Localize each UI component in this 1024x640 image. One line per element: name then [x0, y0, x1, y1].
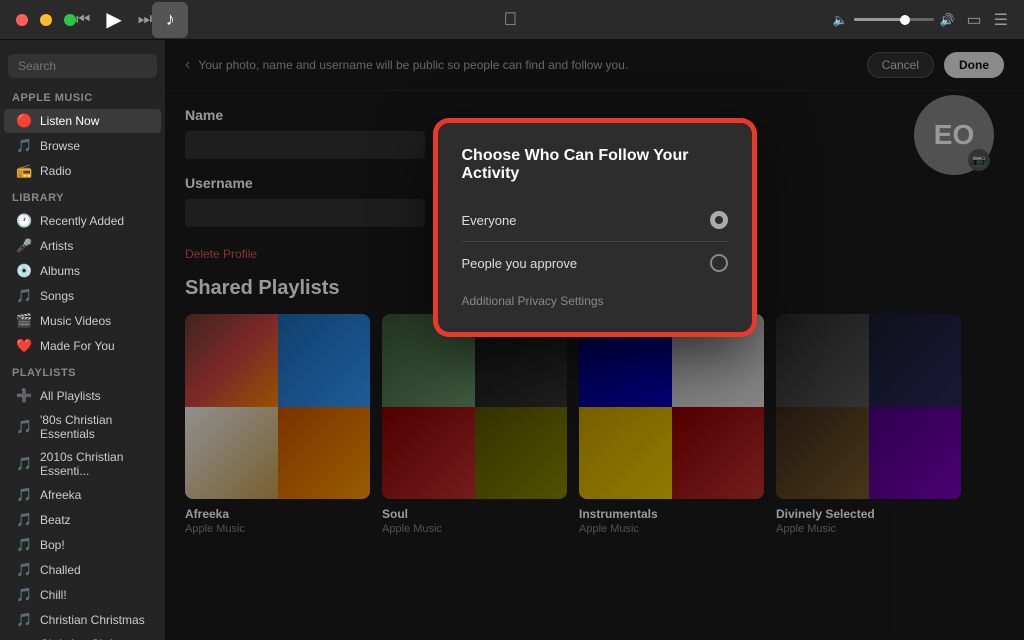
sidebar-item-browse[interactable]: 🎵 Browse [4, 134, 161, 158]
recently-added-label: Recently Added [40, 214, 124, 228]
transport-controls: ⏮ ▶ ⏭ [76, 7, 152, 32]
radio-approve[interactable] [710, 254, 728, 272]
volume-fill [854, 18, 902, 21]
playlist-label-3: Afreeka [40, 488, 81, 502]
playlist-icon-2: 🎵 [16, 456, 32, 472]
sidebar-item-christian-christmas[interactable]: 🎵 Christian Christmas [4, 608, 161, 632]
playlist-icon-7: 🎵 [16, 587, 32, 603]
playlist-label-5: Bop! [40, 538, 65, 552]
forward-icon[interactable]: ⏭ [138, 11, 152, 29]
albums-icon: 💿 [16, 263, 32, 279]
option-everyone-label: Everyone [462, 213, 517, 228]
sidebar-item-beatz[interactable]: 🎵 Beatz [4, 508, 161, 532]
modal-option-approve[interactable]: People you approve [462, 246, 728, 280]
playlist-label-8: Christian Christmas [40, 613, 145, 627]
search-input[interactable] [8, 54, 157, 78]
playlist-icon-8: 🎵 [16, 612, 32, 628]
listen-now-icon: 🔴 [16, 113, 32, 129]
playlist-label-4: Beatz [40, 513, 71, 527]
library-label: Library [0, 184, 165, 208]
sidebar-item-songs[interactable]: 🎵 Songs [4, 284, 161, 308]
volume-high-icon: 🔊 [940, 13, 955, 27]
listen-now-label: Listen Now [40, 114, 99, 128]
volume-control[interactable]: 🔈 🔊 [833, 13, 955, 27]
sidebar-item-all-playlists[interactable]: ➕ All Playlists [4, 384, 161, 408]
radio-icon: 📻 [16, 163, 32, 179]
sidebar-item-recently-added[interactable]: 🕐 Recently Added [4, 209, 161, 233]
maximize-button[interactable] [64, 14, 76, 26]
volume-slider[interactable] [854, 18, 934, 21]
main-content: ‹ Your photo, name and username will be … [165, 40, 1024, 640]
music-videos-icon: 🎬 [16, 313, 32, 329]
sidebar-item-bop[interactable]: 🎵 Bop! [4, 533, 161, 557]
sidebar-item-80s[interactable]: 🎵 '80s Christian Essentials [4, 409, 161, 445]
all-playlists-icon: ➕ [16, 388, 32, 404]
songs-label: Songs [40, 289, 74, 303]
window-controls [16, 14, 76, 26]
music-note-icon: ♪ [152, 2, 188, 38]
option-approve-label: People you approve [462, 256, 578, 271]
playlist-label-2: 2010s Christian Essenti... [40, 450, 149, 478]
sidebar-item-challed[interactable]: 🎵 Challed [4, 558, 161, 582]
sidebar-item-christian-christmas-cla[interactable]: 🎵 Christian Christmas Cla... [4, 633, 161, 640]
sidebar: Apple Music 🔴 Listen Now 🎵 Browse 📻 Radi… [0, 40, 165, 640]
apple-logo-area:  [188, 9, 832, 30]
all-playlists-label: All Playlists [40, 389, 101, 403]
songs-icon: 🎵 [16, 288, 32, 304]
modal-option-everyone[interactable]: Everyone [462, 203, 728, 237]
display-icon[interactable]: ▭ [967, 10, 982, 30]
sidebar-item-radio[interactable]: 📻 Radio [4, 159, 161, 183]
radio-everyone[interactable] [710, 211, 728, 229]
made-for-you-icon: ❤️ [16, 338, 32, 354]
apple-music-label: Apple Music [0, 84, 165, 108]
radio-label: Radio [40, 164, 71, 178]
titlebar-right: 🔈 🔊 ▭ ☰ [833, 10, 1008, 30]
modal-overlay: Choose Who Can Follow Your Activity Ever… [165, 40, 1024, 640]
titlebar: ⏮ ▶ ⏭ ♪  🔈 🔊 ▭ ☰ [0, 0, 1024, 40]
music-videos-label: Music Videos [40, 314, 111, 328]
sidebar-item-listen-now[interactable]: 🔴 Listen Now [4, 109, 161, 133]
modal-title: Choose Who Can Follow Your Activity [462, 147, 728, 183]
app-body: Apple Music 🔴 Listen Now 🎵 Browse 📻 Radi… [0, 40, 1024, 640]
sidebar-item-made-for-you[interactable]: ❤️ Made For You [4, 334, 161, 358]
sidebar-item-2010s[interactable]: 🎵 2010s Christian Essenti... [4, 446, 161, 482]
playlist-icon-1: 🎵 [16, 419, 32, 435]
browse-label: Browse [40, 139, 80, 153]
modal-divider [462, 241, 728, 242]
playlist-icon-5: 🎵 [16, 537, 32, 553]
sidebar-item-afreeka[interactable]: 🎵 Afreeka [4, 483, 161, 507]
playlist-icon-3: 🎵 [16, 487, 32, 503]
playlist-label-7: Chill! [40, 588, 67, 602]
apple-logo-icon:  [504, 9, 518, 30]
playlists-label: Playlists [0, 359, 165, 383]
modal-box: Choose Who Can Follow Your Activity Ever… [435, 120, 755, 335]
minimize-button[interactable] [40, 14, 52, 26]
volume-low-icon: 🔈 [833, 13, 848, 27]
rewind-icon[interactable]: ⏮ [76, 11, 90, 29]
playlist-icon-4: 🎵 [16, 512, 32, 528]
sidebar-item-artists[interactable]: 🎤 Artists [4, 234, 161, 258]
play-icon[interactable]: ▶ [106, 7, 121, 32]
sidebar-item-music-videos[interactable]: 🎬 Music Videos [4, 309, 161, 333]
sidebar-item-albums[interactable]: 💿 Albums [4, 259, 161, 283]
playlist-label-1: '80s Christian Essentials [40, 413, 149, 441]
sidebar-item-chill[interactable]: 🎵 Chill! [4, 583, 161, 607]
albums-label: Albums [40, 264, 80, 278]
browse-icon: 🎵 [16, 138, 32, 154]
recently-added-icon: 🕐 [16, 213, 32, 229]
close-button[interactable] [16, 14, 28, 26]
made-for-you-label: Made For You [40, 339, 115, 353]
playlist-icon-6: 🎵 [16, 562, 32, 578]
menu-icon[interactable]: ☰ [994, 10, 1008, 30]
playlist-label-6: Challed [40, 563, 81, 577]
privacy-settings-link[interactable]: Additional Privacy Settings [462, 294, 728, 308]
volume-knob [900, 15, 910, 25]
artists-icon: 🎤 [16, 238, 32, 254]
artists-label: Artists [40, 239, 73, 253]
